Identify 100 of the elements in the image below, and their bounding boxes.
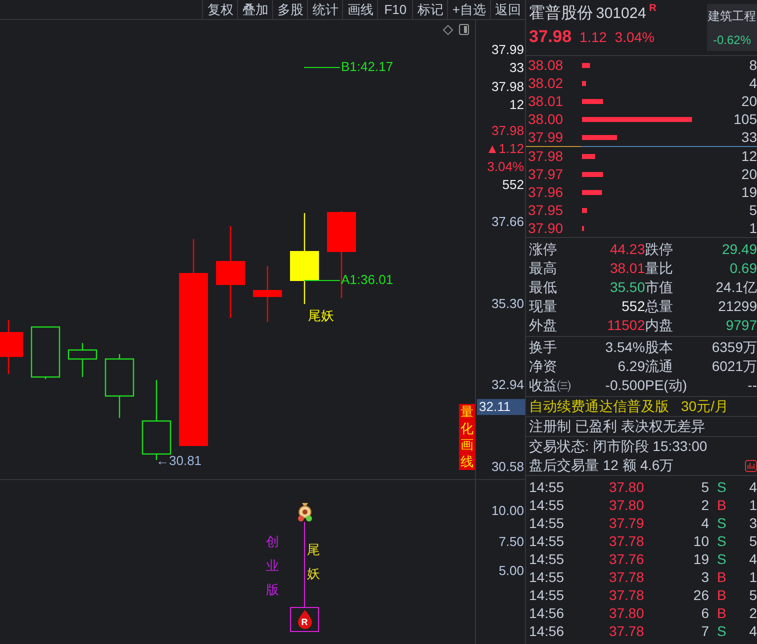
toolbar-button[interactable]: 标记 (412, 0, 448, 19)
axis-label: 35.30 (491, 296, 524, 312)
leader-line (304, 67, 340, 68)
stat-label: 收益㈢ (529, 376, 572, 395)
panel-toggle-icon[interactable] (459, 24, 469, 35)
price-change: 1.12 (580, 29, 607, 45)
stat-label: 总量 (645, 297, 674, 316)
ask-price: 38.02 (527, 75, 564, 91)
stat-value: 9797 (724, 316, 757, 335)
trade-time: 14:55 (529, 586, 566, 604)
bid-price: 37.98 (527, 148, 564, 164)
axis-label: 5.00 (498, 563, 524, 579)
stat-label: 换手 (529, 338, 558, 357)
trade-count: 3 (748, 514, 757, 532)
candle (68, 343, 98, 377)
axis-label: 30.58 (491, 459, 524, 475)
sector-card[interactable]: 建筑工程 -0.62% (707, 4, 757, 51)
stat-label: 内盘 (645, 316, 674, 335)
bid-volume: 1 (748, 220, 757, 236)
bid-volume: 12 (740, 148, 757, 164)
sector-name: 建筑工程 (708, 8, 756, 25)
bid-price: 37.96 (527, 184, 564, 200)
trade-side: S (716, 532, 728, 550)
diamond-icon[interactable] (443, 25, 453, 35)
ask-price: 37.99 (527, 129, 564, 145)
candle (0, 320, 23, 374)
chart-annotation: 尾妖 (308, 308, 334, 324)
toolbar-button[interactable]: 统计 (307, 0, 342, 19)
trade-price: 37.80 (608, 496, 644, 514)
chart-annotation: ←30.81 (156, 453, 202, 469)
stat-label: 量比 (645, 259, 674, 278)
candle (30, 326, 60, 379)
axis-label: 37.98 (491, 123, 524, 139)
stat-label: 流通 (645, 357, 674, 376)
toolbar-button[interactable]: +自选 (447, 0, 490, 19)
axis-label: 552 (502, 177, 524, 193)
stat-value: 35.50 (608, 278, 645, 297)
stat-value: 3.54% (604, 338, 645, 357)
toolbar-button[interactable]: 返回 (490, 0, 525, 19)
promo-banner[interactable]: 自动续费通达信普及版 30元/月 (526, 397, 757, 416)
stat-value: 552 (620, 297, 645, 316)
trade-side: S (716, 550, 728, 568)
marker-letter: R (301, 617, 308, 627)
stat-label: 外盘 (529, 316, 558, 335)
stat-label: 净资 (529, 357, 558, 376)
trade-price: 37.78 (608, 586, 644, 604)
toolbar-button[interactable]: 画线 (342, 0, 378, 19)
money-bag-icon (296, 502, 314, 522)
ask-volume: 4 (748, 75, 757, 91)
toolbar-button[interactable]: 多股 (272, 0, 308, 19)
drop-icon (297, 610, 313, 629)
candle (253, 266, 282, 322)
volume-bar (582, 154, 595, 158)
axis-label: 3.04% (487, 159, 524, 175)
stat-value: 38.01 (608, 259, 645, 278)
promo-price: 30元/月 (681, 397, 728, 416)
trade-price: 37.80 (608, 604, 644, 622)
stat-value: 6359万 (710, 338, 757, 357)
trade-price: 37.78 (608, 532, 644, 550)
after-hours-text: 盘后交易量 12 额 4.6万 (529, 456, 674, 475)
volume-bar (582, 208, 587, 212)
stat-value: -0.500 (604, 376, 645, 395)
trade-time: 14:55 (529, 568, 566, 586)
ask-volume: 33 (740, 129, 757, 145)
toolbar-button[interactable]: F10 (377, 0, 412, 19)
ask-price: 38.01 (527, 93, 564, 109)
trade-side: B (716, 496, 728, 514)
trade-count: 4 (748, 550, 757, 568)
stat-label: 股本 (645, 338, 674, 357)
bid-volume: 19 (740, 184, 757, 200)
stat-label: 最低 (529, 278, 558, 297)
trade-count: 1 (748, 568, 757, 586)
ask-volume: 105 (732, 111, 757, 127)
axis-label: 37.66 (491, 214, 524, 230)
toolbar-button[interactable]: 叠加 (237, 0, 272, 19)
sector-change: -0.62% (712, 33, 752, 47)
leader-line (304, 280, 340, 281)
stat-value: 6021万 (710, 357, 757, 376)
trade-count: 2 (748, 604, 757, 622)
trade-count: 5 (748, 586, 757, 604)
stat-value: 24.1亿 (714, 278, 757, 297)
volume-bar (582, 80, 586, 86)
stat-label: 最高 (529, 259, 558, 278)
stock-code: 301024 (596, 4, 646, 24)
bid-price: 37.90 (527, 220, 564, 236)
stat-value: 0.69 (728, 259, 757, 278)
bid-volume: 20 (740, 166, 757, 182)
side-label[interactable]: 量化画线 (459, 404, 475, 470)
ask-volume: 20 (740, 93, 757, 109)
trade-volume: 26 (692, 586, 709, 604)
stat-value: 44.23 (608, 240, 645, 259)
stat-value: 29.49 (720, 240, 757, 259)
stat-label: 涨停 (529, 240, 558, 259)
trade-volume: 10 (692, 532, 709, 550)
bar-chart-icon[interactable] (745, 460, 757, 472)
toolbar-button[interactable]: 复权 (202, 0, 238, 19)
bid-price: 37.97 (527, 166, 564, 182)
stat-label: 现量 (529, 297, 558, 316)
last-price: 37.98 (529, 27, 572, 47)
axis-label: 32.94 (491, 377, 524, 393)
